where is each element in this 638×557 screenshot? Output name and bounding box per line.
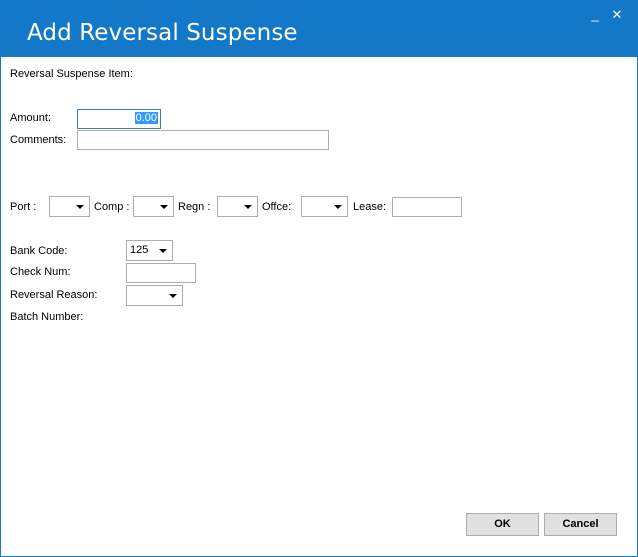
comments-label: Comments: — [10, 134, 67, 146]
chevron-down-icon — [169, 294, 177, 298]
chevron-down-icon — [159, 249, 167, 253]
comp-dropdown[interactable] — [133, 196, 174, 217]
chevron-down-icon — [334, 205, 342, 209]
bank-code-dropdown[interactable]: 125 — [126, 240, 173, 261]
reversal-reason-label: Reversal Reason: — [10, 289, 98, 301]
comments-field[interactable] — [77, 130, 329, 150]
offce-dropdown[interactable] — [301, 196, 348, 217]
bank-code-value: 125 — [130, 244, 149, 256]
check-num-label: Check Num: — [10, 266, 71, 278]
lease-field[interactable] — [392, 197, 462, 217]
amount-value: 0.00 — [134, 112, 158, 124]
regn-dropdown[interactable] — [217, 196, 258, 217]
bank-code-label: Bank Code: — [10, 245, 68, 257]
regn-label: Regn : — [178, 201, 211, 213]
section-label: Reversal Suspense Item: — [10, 68, 133, 80]
title-bar: Add Reversal Suspense _ ✕ — [1, 1, 637, 57]
batch-number-label: Batch Number: — [10, 311, 84, 323]
chevron-down-icon — [244, 205, 252, 209]
port-dropdown[interactable] — [49, 196, 90, 217]
comp-label: Comp : — [94, 201, 130, 213]
dialog-window: Add Reversal Suspense _ ✕ Reversal Suspe… — [0, 0, 638, 557]
window-title: Add Reversal Suspense — [27, 20, 298, 46]
lease-label: Lease: — [353, 201, 387, 213]
offce-label: Offce: — [262, 201, 292, 213]
minimize-icon[interactable]: _ — [587, 7, 603, 23]
reversal-reason-dropdown[interactable] — [126, 285, 183, 306]
chevron-down-icon — [76, 205, 84, 209]
ok-button[interactable]: OK — [466, 513, 539, 536]
amount-label: Amount: — [10, 112, 51, 124]
port-label: Port : — [10, 201, 37, 213]
amount-field[interactable]: 0.00 — [77, 109, 161, 129]
close-icon[interactable]: ✕ — [609, 7, 625, 23]
chevron-down-icon — [160, 205, 168, 209]
cancel-button[interactable]: Cancel — [544, 513, 617, 536]
check-num-field[interactable] — [126, 263, 196, 283]
